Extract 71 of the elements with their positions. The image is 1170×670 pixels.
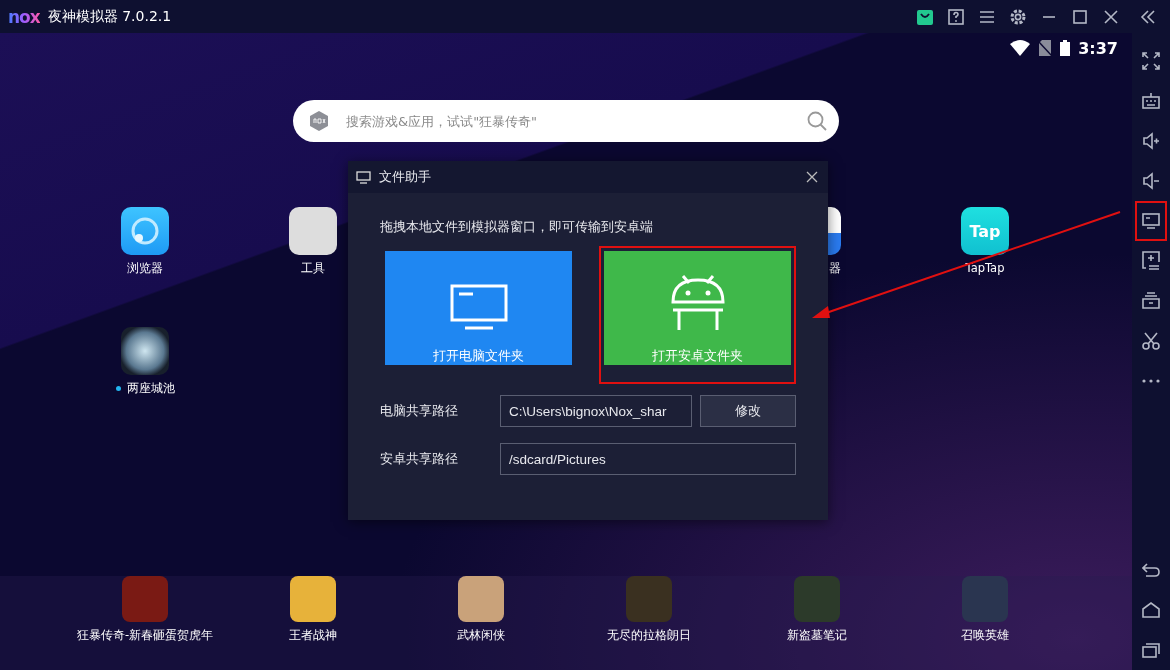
app-label: 器 bbox=[829, 261, 841, 276]
app-icon bbox=[962, 576, 1008, 622]
more-icon bbox=[1142, 379, 1160, 383]
app-label: 浏览器 bbox=[127, 261, 163, 276]
app-shortcut[interactable]: 两座城池 bbox=[115, 327, 175, 396]
edit-button[interactable]: 修改 bbox=[700, 395, 796, 427]
store-bag-icon bbox=[915, 7, 934, 26]
app-icon bbox=[458, 576, 504, 622]
app-label: TapTap bbox=[965, 261, 1005, 275]
search-field[interactable]: 搜索游戏&应用，试试"狂暴传奇" bbox=[293, 100, 839, 142]
no-sim-icon bbox=[1038, 40, 1053, 56]
wifi-icon bbox=[1010, 40, 1031, 56]
add-apk-icon bbox=[1142, 251, 1160, 271]
app-shortcut[interactable]: 浏览器 bbox=[121, 207, 169, 276]
help-icon bbox=[947, 8, 964, 25]
app-icon bbox=[121, 327, 169, 375]
search-icon[interactable] bbox=[807, 111, 827, 131]
stacked-tray-icon bbox=[1142, 292, 1160, 310]
app-shortcut[interactable]: 武林闲侠 bbox=[457, 576, 505, 643]
app-shortcut[interactable]: 王者战神 bbox=[289, 576, 337, 643]
menu-icon bbox=[978, 9, 995, 24]
app-label: 新盗墓笔记 bbox=[787, 628, 847, 643]
app-label: 无尽的拉格朗日 bbox=[607, 628, 691, 643]
monitor-icon bbox=[356, 170, 371, 184]
recents-icon bbox=[1142, 642, 1160, 658]
browser-app-icon bbox=[121, 207, 169, 255]
path-label: 电脑共享路径 bbox=[380, 402, 459, 420]
settings-icon bbox=[1008, 7, 1027, 26]
battery-icon bbox=[1060, 40, 1071, 56]
path-field[interactable]: /sdcard/Pictures bbox=[500, 443, 796, 475]
app-shortcut[interactable]: 召唤英雄 bbox=[961, 576, 1009, 643]
app-label: 狂暴传奇-新春砸蛋贺虎年 bbox=[76, 628, 214, 643]
app-label: 工具 bbox=[301, 261, 325, 276]
app-icon bbox=[290, 576, 336, 622]
path-field[interactable]: C:\Users\bignox\Nox_shar bbox=[500, 395, 692, 427]
minimize-icon bbox=[1041, 15, 1056, 18]
app-label: 召唤英雄 bbox=[961, 628, 1009, 643]
tools-folder-icon bbox=[289, 207, 337, 255]
app-shortcut[interactable]: 工具 bbox=[289, 207, 337, 276]
keyboard-icon bbox=[1142, 92, 1160, 110]
scissors-icon bbox=[1142, 332, 1160, 350]
monitor-icon bbox=[449, 284, 508, 330]
maximize-icon bbox=[1072, 9, 1087, 24]
app-label: 王者战神 bbox=[289, 628, 337, 643]
double-chevron-icon bbox=[1140, 9, 1156, 24]
close-icon bbox=[1103, 9, 1118, 24]
search-input[interactable]: 搜索游戏&应用，试试"狂暴传奇" bbox=[344, 112, 793, 130]
app-shortcut[interactable]: 狂暴传奇-新春砸蛋贺虎年 bbox=[76, 576, 214, 643]
monitor-button[interactable] bbox=[1135, 201, 1167, 241]
app-icon bbox=[122, 576, 168, 622]
window-title: 夜神模拟器 7.0.2.1 bbox=[47, 7, 172, 26]
dialog-title: 文件助手 bbox=[379, 168, 432, 186]
home-icon bbox=[1142, 602, 1160, 618]
app-label: 两座城池 bbox=[126, 381, 175, 396]
app-shortcut[interactable]: Tap TapTap bbox=[961, 207, 1009, 275]
fullscreen-icon bbox=[1142, 52, 1160, 70]
clock-time: 3:37 bbox=[1078, 38, 1118, 58]
taptap-app-icon: Tap bbox=[961, 207, 1009, 255]
close-button[interactable] bbox=[804, 169, 820, 185]
app-icon bbox=[794, 576, 840, 622]
app-icon bbox=[626, 576, 672, 622]
app-label: 武林闲侠 bbox=[457, 628, 505, 643]
app-shortcut[interactable]: 新盗墓笔记 bbox=[787, 576, 847, 643]
app-logo-icon bbox=[308, 110, 330, 132]
volume-down-icon bbox=[1142, 172, 1160, 190]
app-shortcut[interactable]: 无尽的拉格朗日 bbox=[607, 576, 691, 643]
back-arrow-icon bbox=[1142, 562, 1160, 578]
dialog-hint: 拖拽本地文件到模拟器窗口，即可传输到安卓端 bbox=[380, 218, 654, 236]
path-label: 安卓共享路径 bbox=[380, 450, 459, 468]
volume-up-icon bbox=[1142, 132, 1160, 150]
monitor-icon bbox=[1142, 212, 1160, 230]
